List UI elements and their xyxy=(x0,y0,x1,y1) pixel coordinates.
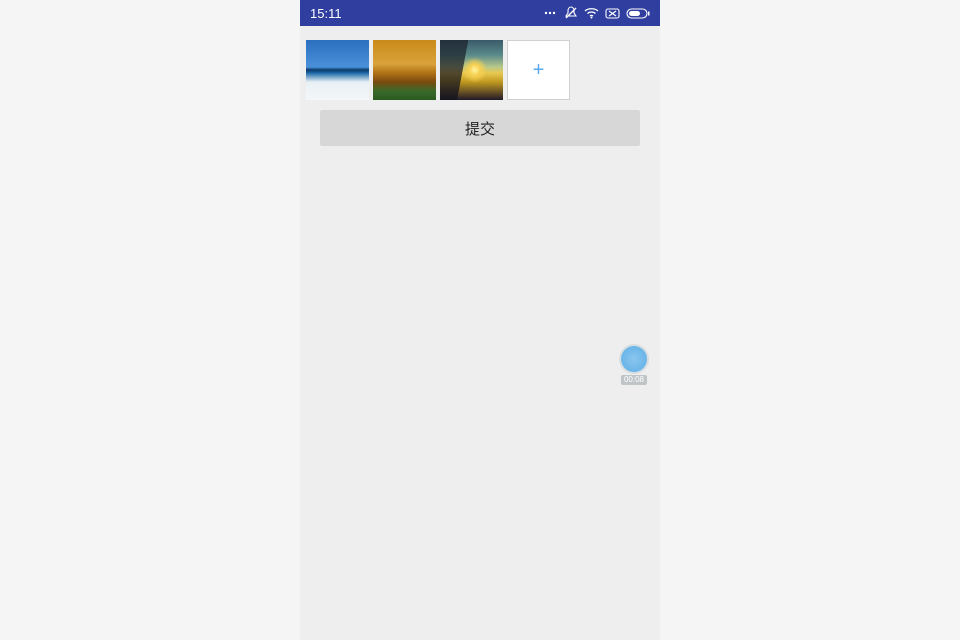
mute-icon xyxy=(564,6,578,20)
image-thumb[interactable] xyxy=(373,40,436,100)
image-thumb[interactable] xyxy=(440,40,503,100)
status-time: 15:11 xyxy=(310,6,342,21)
status-bar: 15:11 xyxy=(300,0,660,26)
phone-frame: 15:11 + xyxy=(300,0,660,640)
image-thumb[interactable] xyxy=(306,40,369,100)
record-icon xyxy=(621,346,647,372)
status-icons xyxy=(544,6,650,20)
add-image-button[interactable]: + xyxy=(507,40,570,100)
plus-icon: + xyxy=(533,59,545,82)
screen-record-widget[interactable]: 00:08 xyxy=(621,346,647,385)
image-row: + xyxy=(306,40,654,110)
more-icon xyxy=(544,8,558,18)
wifi-icon xyxy=(584,7,599,19)
submit-button[interactable]: 提交 xyxy=(320,110,640,146)
battery-icon xyxy=(626,8,650,19)
no-sim-icon xyxy=(605,8,620,19)
content-area: + 提交 xyxy=(300,26,660,146)
record-time-label: 00:08 xyxy=(621,375,647,385)
submit-label: 提交 xyxy=(465,118,495,139)
